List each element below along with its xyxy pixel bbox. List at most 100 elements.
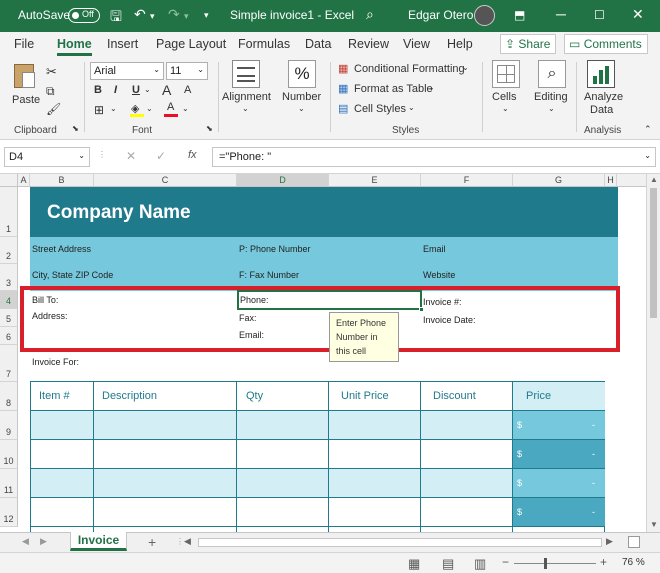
formula-input[interactable]: ="Phone: " ⌄ — [212, 147, 656, 167]
header-description[interactable]: Description — [102, 390, 157, 402]
tab-help[interactable]: Help — [447, 37, 473, 51]
collapse-ribbon-icon[interactable]: ⌃ — [644, 124, 652, 135]
search-icon[interactable]: ⌕ — [366, 6, 374, 23]
row-header-12[interactable]: 12 — [0, 498, 18, 527]
undo-dropdown-icon[interactable]: ▾ — [150, 11, 155, 22]
street-address[interactable]: Street Address — [32, 244, 91, 254]
borders-icon[interactable]: ⊞ — [94, 103, 104, 117]
close-icon[interactable]: ✕ — [632, 6, 644, 23]
fill-color-icon[interactable]: ◈ — [130, 102, 144, 117]
select-all-corner[interactable] — [0, 174, 18, 187]
tab-insert[interactable]: Insert — [107, 37, 138, 51]
minimize-icon[interactable]: ─ — [556, 6, 566, 22]
editing-button[interactable]: ⌕ Editing ⌄ — [532, 60, 572, 120]
maximize-icon[interactable]: ☐ — [594, 8, 605, 22]
decrease-font-icon[interactable]: A — [184, 84, 191, 96]
sheet-tab-invoice[interactable]: Invoice — [70, 532, 127, 551]
row-header-6[interactable]: 6 — [0, 327, 18, 345]
undo-icon[interactable]: ↶ — [134, 6, 146, 23]
alignment-button[interactable]: Alignment ⌄ — [222, 60, 271, 120]
column-header-d[interactable]: D — [237, 174, 329, 187]
italic-icon[interactable]: I — [114, 84, 117, 96]
table-row[interactable] — [31, 440, 513, 469]
expand-formula-icon[interactable]: ⌄ — [644, 151, 651, 160]
row-header-11[interactable]: 11 — [0, 469, 18, 498]
scroll-box-icon[interactable] — [628, 536, 640, 548]
autosave-toggle[interactable]: Off — [68, 8, 100, 23]
tab-file[interactable]: File — [14, 37, 34, 51]
column-header-b[interactable]: B — [30, 174, 94, 187]
font-name-select[interactable]: Arial ⌄ — [90, 62, 164, 80]
redo-icon[interactable]: ↷ — [168, 6, 180, 23]
vertical-scrollbar[interactable]: ▲ ▼ — [646, 174, 660, 532]
city-state-zip[interactable]: City, State ZIP Code — [32, 270, 113, 280]
zoom-in-icon[interactable]: + — [600, 555, 607, 569]
fill-color-dropdown-icon[interactable]: ⌄ — [146, 104, 153, 113]
font-size-select[interactable]: 11 ⌄ — [166, 62, 208, 80]
page-layout-view-icon[interactable]: ▤ — [442, 556, 454, 572]
zoom-slider-thumb[interactable] — [544, 558, 547, 569]
more-options-icon[interactable]: ⋮ — [176, 537, 184, 546]
cancel-icon[interactable]: ✕ — [126, 149, 136, 163]
scrollbar-thumb[interactable] — [650, 188, 657, 318]
column-header-h[interactable]: H — [605, 174, 617, 187]
row-header-4[interactable]: 4 — [0, 291, 18, 309]
normal-view-icon[interactable]: ▦ — [408, 556, 420, 572]
website-header[interactable]: Website — [423, 270, 455, 280]
save-icon[interactable]: 🖫 — [110, 6, 122, 30]
table-row[interactable] — [31, 469, 513, 498]
underline-icon[interactable]: U — [132, 84, 140, 96]
zoom-slider-track[interactable] — [514, 563, 596, 564]
user-name[interactable]: Edgar Otero — [408, 8, 473, 22]
underline-dropdown-icon[interactable]: ⌄ — [144, 85, 151, 94]
font-color-dropdown-icon[interactable]: ⌄ — [182, 104, 189, 113]
add-sheet-button[interactable]: + — [148, 534, 156, 550]
more-options-icon[interactable]: ⋮ — [98, 150, 106, 159]
zoom-out-icon[interactable]: − — [502, 555, 509, 569]
table-row[interactable] — [31, 411, 513, 440]
comments-button[interactable]: ▭ Comments — [564, 34, 648, 54]
fax-number-header[interactable]: F: Fax Number — [239, 270, 299, 280]
column-header-g[interactable]: G — [513, 174, 605, 187]
share-button[interactable]: ⇪ Share — [500, 34, 556, 54]
column-header-c[interactable]: C — [94, 174, 237, 187]
row-header-7[interactable]: 7 — [0, 345, 18, 382]
prev-sheet-icon[interactable]: ◀ — [22, 536, 29, 547]
paste-button[interactable]: Paste — [10, 62, 40, 108]
scroll-up-icon[interactable]: ▲ — [650, 175, 658, 184]
scroll-left-icon[interactable]: ◀ — [184, 536, 191, 547]
company-name[interactable]: Company Name — [47, 202, 191, 224]
bold-icon[interactable]: B — [94, 84, 102, 96]
page-break-view-icon[interactable]: ▥ — [474, 556, 486, 572]
horizontal-scrollbar[interactable] — [198, 538, 602, 547]
spreadsheet-grid[interactable]: A B C D E F G H 1 2 3 4 5 6 7 8 9 10 11 … — [0, 174, 660, 532]
header-qty[interactable]: Qty — [246, 390, 263, 402]
header-item-number[interactable]: Item # — [39, 390, 70, 402]
row-header-10[interactable]: 10 — [0, 440, 18, 469]
tab-page-layout[interactable]: Page Layout — [156, 37, 226, 51]
row-header-5[interactable]: 5 — [0, 309, 18, 327]
table-row[interactable] — [31, 498, 513, 527]
format-painter-icon[interactable]: 🖌 — [46, 102, 61, 116]
tab-data[interactable]: Data — [305, 37, 331, 51]
price-cell[interactable]: $ - — [513, 498, 605, 527]
cell-styles-button[interactable]: ▤ Cell Styles ⌄ — [338, 102, 418, 118]
row-header-3[interactable]: 3 — [0, 264, 18, 291]
row-header-9[interactable]: 9 — [0, 411, 18, 440]
email-header[interactable]: Email — [423, 244, 446, 254]
tab-formulas[interactable]: Formulas — [238, 37, 290, 51]
scroll-right-icon[interactable]: ▶ — [606, 536, 613, 547]
cut-icon[interactable]: ✂ — [46, 64, 57, 80]
font-color-icon[interactable]: A — [164, 101, 178, 117]
conditional-formatting-button[interactable]: ▦ Conditional Formatting ⌄ — [338, 62, 469, 78]
price-cell[interactable]: $ - — [513, 469, 605, 498]
copy-icon[interactable]: ⧉ — [46, 84, 55, 99]
zoom-level[interactable]: 76 % — [622, 557, 645, 568]
analyze-data-button[interactable]: Analyze Data — [582, 60, 623, 120]
invoice-for-label[interactable]: Invoice For: — [32, 357, 79, 367]
avatar[interactable] — [474, 5, 495, 26]
customize-qat-icon[interactable]: ▾ — [204, 10, 209, 21]
ribbon-display-icon[interactable]: ⬒ — [514, 8, 525, 22]
column-header-f[interactable]: F — [421, 174, 513, 187]
tab-view[interactable]: View — [403, 37, 430, 51]
